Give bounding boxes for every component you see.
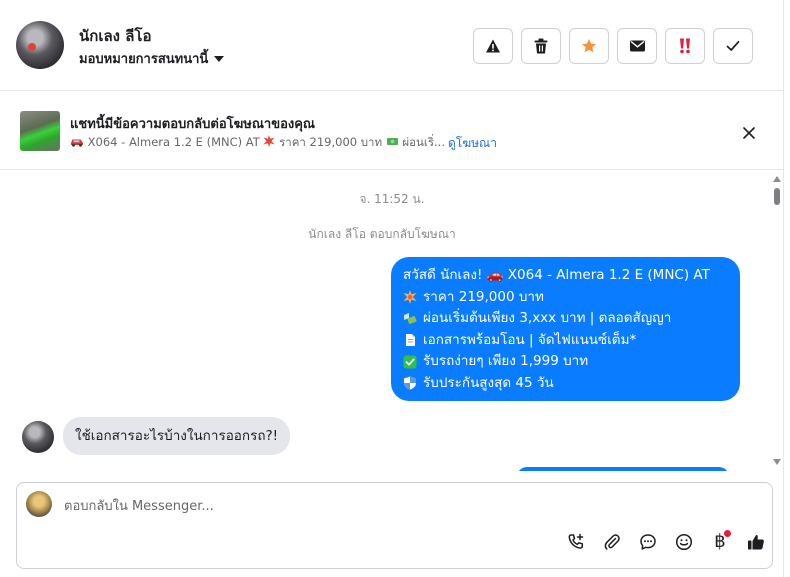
collision-icon [403, 290, 417, 305]
contact-name[interactable]: นักเลง ลีโอ [79, 24, 151, 48]
delete-button[interactable] [521, 28, 561, 64]
saved-replies-button[interactable] [630, 530, 666, 554]
message-thread[interactable]: จ. 11:52 น. นักเลง ลีโอ ตอบกลับโฆษณา สวั… [0, 171, 784, 471]
notification-dot [724, 530, 731, 537]
reply-input[interactable] [64, 495, 754, 517]
message-timestamp: จ. 11:52 น. [359, 192, 425, 206]
money-wings-icon [386, 138, 398, 145]
mark-done-button[interactable] [713, 28, 753, 64]
mark-unread-button[interactable] [617, 28, 657, 64]
view-ad-link[interactable]: ดูโฆษณา [448, 134, 497, 153]
outgoing-message-bubble[interactable]: สวัสดี นักเลง! 🚗 X064 - Almera 1.2 E (MN… [391, 257, 740, 401]
message-line-text: รับรถง่ายๆ เพียง 1,999 บาท [423, 353, 589, 369]
header-actions [473, 28, 753, 64]
paperclip-icon [604, 534, 620, 550]
scroll-up-arrow-icon[interactable] [773, 176, 781, 182]
message-line: ผ่อนเริ่มต้นเพียง 3,xxx บาท | ตลอดสัญญา [403, 308, 728, 330]
message-line: ราคา 219,000 บาท [403, 287, 728, 309]
car-icon [71, 139, 83, 147]
message-line-text: ผ่อนเริ่มต้นเพียง 3,xxx บาท | ตลอดสัญญา [423, 310, 672, 326]
assign-conversation-dropdown[interactable]: มอบหมายการสนทนานี้ [79, 48, 225, 69]
ad-banner-title: แชทนี้มีข้อความตอบกลับต่อโฆษณาของคุณ [70, 117, 315, 132]
conversation-header: นักเลง ลีโอ มอบหมายการสนทนานี้ [0, 0, 784, 91]
ad-reply-note: นักเลง ลีโอ ตอบกลับโฆษณา [308, 227, 456, 241]
message-line: เอกสารพร้อมโอน | จัดไฟแนนซ์เต็ม* [403, 330, 728, 352]
shield-icon [404, 376, 416, 390]
checkmark-icon [726, 40, 740, 51]
scroll-down-arrow-icon[interactable] [773, 459, 781, 465]
money-wings-icon [404, 312, 417, 324]
attach-file-button[interactable] [594, 530, 630, 554]
contact-avatar[interactable] [16, 21, 64, 69]
call-plus-icon [568, 533, 584, 549]
report-button[interactable] [473, 28, 513, 64]
page-avatar [26, 491, 52, 517]
send-like-button[interactable] [738, 530, 774, 554]
ad-reply-banner: แชทนี้มีข้อความตอบกลับต่อโฆษณาของคุณ X06… [0, 92, 784, 170]
ad-installment-truncated: ผ่อนเริ่... [402, 135, 445, 149]
chevron-down-icon [214, 55, 225, 62]
ad-car-model: X064 - Almera 1.2 E (MNC) AT [87, 135, 260, 149]
ad-price: ราคา 219,000 บาท [279, 135, 383, 149]
follow-up-button[interactable] [665, 28, 705, 64]
chat-scrollbar[interactable] [771, 171, 783, 471]
message-line-text: สวัสดี นักเลง! 🚗 X064 - Almera 1.2 E (MN… [403, 267, 710, 283]
emoji-button[interactable] [666, 530, 702, 554]
saved-reply-icon [640, 534, 656, 550]
scrollbar-thumb[interactable] [774, 188, 780, 205]
double-exclamation-icon [680, 38, 690, 54]
contact-avatar-small[interactable] [22, 421, 54, 453]
call-button[interactable] [558, 530, 594, 554]
assign-label: มอบหมายการสนทนานี้ [79, 52, 209, 67]
emoji-icon [675, 533, 693, 551]
ad-thumbnail[interactable] [20, 111, 60, 151]
star-icon [582, 39, 596, 53]
message-line-text: เอกสารพร้อมโอน | จัดไฟแนนซ์เต็ม* [423, 331, 637, 348]
close-icon[interactable] [739, 123, 759, 143]
check-box-icon [403, 355, 417, 369]
message-line: รับรถง่ายๆ เพียง 1,999 บาท [403, 351, 728, 373]
trash-icon [534, 38, 548, 54]
message-line: รับประกันสูงสุด 45 วัน [403, 373, 728, 395]
thumbs-up-icon [748, 535, 764, 550]
document-icon [406, 334, 415, 347]
collision-icon [263, 135, 275, 147]
warning-icon [486, 39, 500, 53]
composer-tools: ฿ [558, 530, 774, 554]
incoming-message-bubble[interactable]: ใช้เอกสารอะไรบ้างในการออกรถ?! [63, 417, 291, 455]
outgoing-message-bubble-partial[interactable] [517, 467, 729, 471]
message-line-text: ราคา 219,000 บาท [423, 288, 544, 305]
conversation-panel: นักเลง ลีโอ มอบหมายการสนทนานี้ แชทนี้มีข… [0, 0, 784, 577]
message-composer: ฿ [16, 482, 773, 569]
ad-preview-text: X064 - Almera 1.2 E (MNC) AT ราคา 219,00… [70, 134, 445, 152]
message-line-text: รับประกันสูงสุด 45 วัน [423, 374, 554, 391]
payment-button[interactable]: ฿ [702, 530, 738, 554]
message-line: สวัสดี นักเลง! 🚗 X064 - Almera 1.2 E (MN… [403, 265, 728, 287]
envelope-icon [629, 40, 645, 52]
star-button[interactable] [569, 28, 609, 64]
